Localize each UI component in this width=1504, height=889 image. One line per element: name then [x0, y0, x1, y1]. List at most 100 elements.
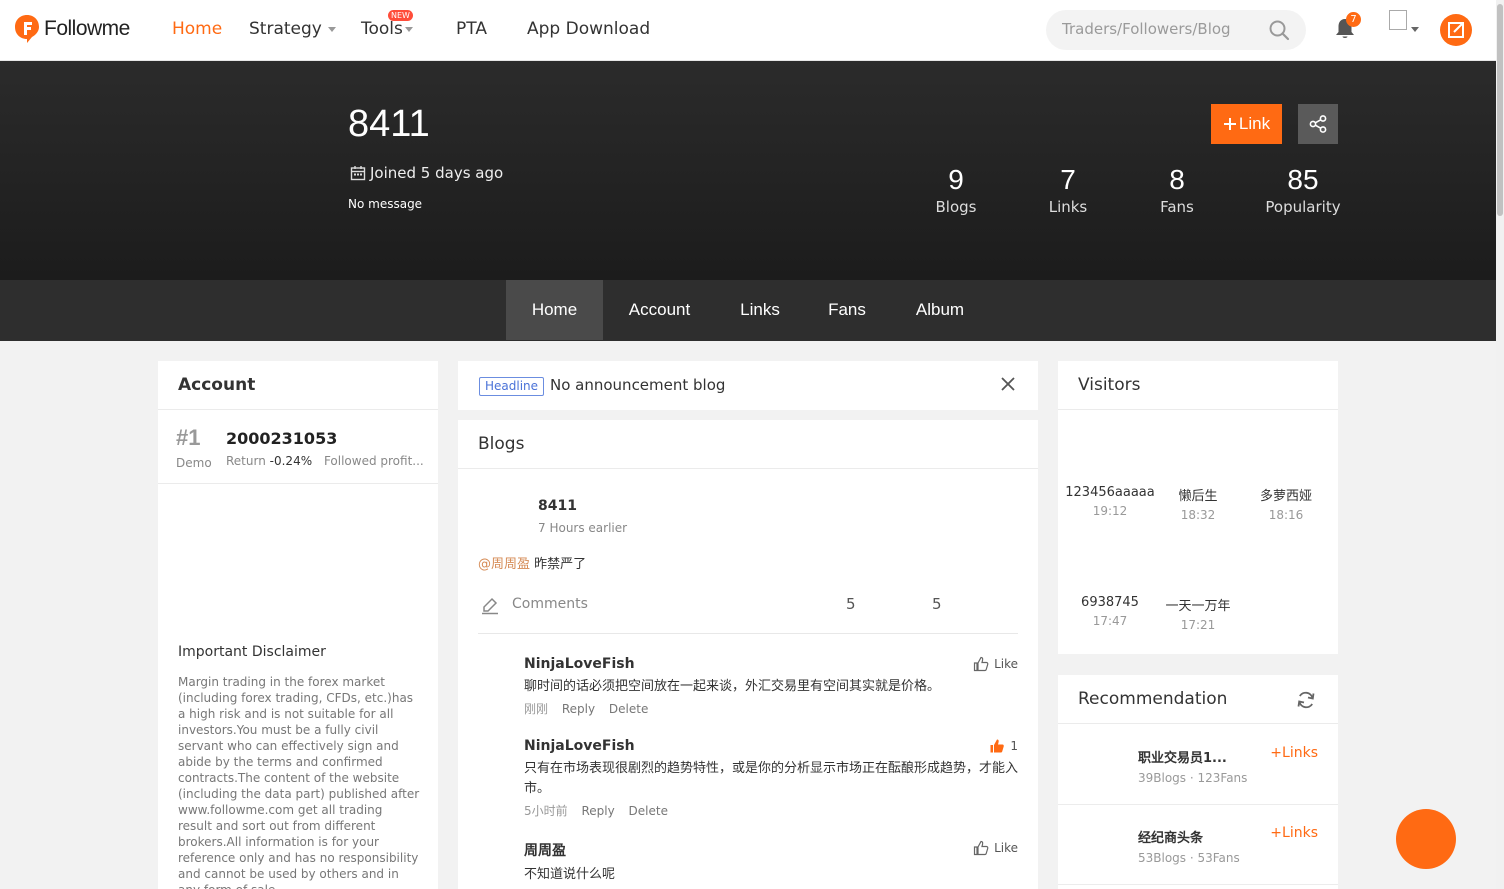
visitors-title: Visitors — [1058, 361, 1338, 410]
comment-author[interactable]: NinjaLoveFish — [524, 738, 1018, 754]
recommendation-item[interactable]: 经纪商头条 53Blogs · 53Fans +Links — [1058, 805, 1338, 885]
recommendation-stats: 53Blogs · 53Fans — [1138, 851, 1240, 865]
account-type: Demo — [176, 456, 212, 470]
comment-time: 刚刚 — [524, 702, 549, 716]
search-input[interactable] — [1062, 20, 1262, 38]
tab-account[interactable]: Account — [612, 280, 707, 340]
comment-author[interactable]: 周周盈 — [524, 840, 1018, 860]
account-card-title: Account — [158, 361, 438, 410]
recommendation-name[interactable]: 经纪商头条 — [1138, 827, 1203, 846]
like-button[interactable]: Like — [973, 840, 1018, 856]
nav-app-download[interactable]: App Download — [527, 19, 650, 39]
refresh-icon[interactable] — [1296, 690, 1316, 710]
comments-button[interactable]: Comments — [512, 596, 588, 612]
scrollbar-thumb[interactable] — [1497, 4, 1503, 216]
thumbs-up-icon — [973, 840, 989, 856]
visitor-time: 18:16 — [1268, 508, 1304, 522]
like-label: Like — [994, 841, 1018, 855]
add-link-button[interactable]: +Links — [1270, 825, 1318, 841]
like-button[interactable]: Like — [973, 656, 1018, 672]
delete-button[interactable]: Delete — [629, 804, 668, 818]
disclaimer-title: Important Disclaimer — [178, 644, 326, 660]
profile-username: 8411 — [348, 103, 430, 145]
tab-links[interactable]: Links — [722, 280, 798, 340]
comment-item: NinjaLoveFish 只有在市场表现很剧烈的趋势特性，或是你的分析显示市场… — [524, 738, 1018, 819]
post-body[interactable]: @周周盈 昨禁严了 — [478, 553, 586, 572]
visitor-name: 6938745 — [1081, 595, 1139, 610]
delete-button[interactable]: Delete — [609, 702, 648, 716]
nav-strategy-label: Strategy — [249, 19, 322, 39]
comment-text: 聊时间的话必须把空间放在一起来谈，外汇交易里有空间其实就是价格。 — [524, 679, 941, 694]
stat-popularity[interactable]: 85 Popularity — [1258, 164, 1348, 216]
stat-blogs[interactable]: 9 Blogs — [911, 164, 1001, 216]
stat-fans[interactable]: 8 Fans — [1132, 164, 1222, 216]
tab-home[interactable]: Home — [506, 280, 603, 340]
recommendation-name[interactable]: 职业交易员1... — [1138, 747, 1227, 766]
stat-value: 7 — [1060, 164, 1076, 195]
visitor-item[interactable]: 6938745 17:47 — [1060, 595, 1160, 628]
blogs-title: Blogs — [458, 420, 1038, 469]
floating-action-button[interactable] — [1396, 809, 1456, 869]
followed-profit: Followed profit... — [323, 454, 424, 468]
thumbs-up-icon — [973, 656, 989, 672]
visitors-card: Visitors 123456aaaaa 19:12 懒后生 18:32 多萝西… — [1058, 361, 1338, 654]
visitor-name: 懒后生 — [1178, 489, 1218, 504]
visitor-item[interactable]: 123456aaaaa 19:12 — [1060, 485, 1160, 518]
visitor-item[interactable]: 一天一万年 17:21 — [1148, 595, 1248, 632]
account-rank: #1 — [176, 425, 201, 450]
reply-button[interactable]: Reply — [581, 804, 614, 818]
account-meta: Return -0.24% Followed profit... — [226, 454, 424, 468]
post-text: 昨禁严了 — [530, 557, 587, 572]
stat-label: Links — [1048, 198, 1088, 216]
visitor-item[interactable]: 多萝西娅 18:16 — [1236, 485, 1336, 522]
blogs-card: Blogs 8411 7 Hours earlier @周周盈 昨禁严了 Com… — [458, 420, 1038, 889]
stat-value: 8 — [1169, 164, 1185, 195]
recommendation-card: Recommendation 职业交易员1... 39Blogs · 123Fa… — [1058, 675, 1338, 889]
post-count-b[interactable]: 5 — [932, 595, 942, 613]
chevron-down-icon — [404, 26, 413, 32]
post-mention[interactable]: @周周盈 — [478, 557, 530, 572]
profile-tabs: Home Account Links Fans Album — [0, 280, 1496, 341]
post-count-a[interactable]: 5 — [846, 595, 856, 613]
account-number[interactable]: 2000231053 — [226, 429, 337, 448]
add-link-label: Links — [1282, 825, 1318, 841]
nav-strategy[interactable]: Strategy — [249, 19, 336, 39]
visitor-time: 17:21 — [1180, 618, 1216, 632]
comment-footer: 5小时前 Reply Delete — [524, 802, 1018, 819]
recommendation-item[interactable]: 职业交易员1... 39Blogs · 123Fans +Links — [1058, 725, 1338, 805]
chevron-down-icon[interactable] — [1411, 27, 1419, 32]
avatar[interactable] — [1389, 10, 1407, 30]
post-time: 7 Hours earlier — [538, 521, 628, 535]
visitor-time: 17:47 — [1092, 614, 1128, 628]
comment-edit-icon[interactable] — [480, 596, 500, 616]
link-button[interactable]: Link — [1211, 104, 1282, 144]
like-button[interactable]: 1 — [989, 738, 1018, 754]
tab-album[interactable]: Album — [898, 280, 982, 340]
nav-tools[interactable]: Tools — [361, 19, 413, 39]
nav-home[interactable]: Home — [172, 19, 222, 39]
headline-tag: Headline — [479, 377, 545, 396]
followme-logo[interactable]: Followme — [14, 14, 130, 44]
search-icon[interactable] — [1268, 19, 1290, 41]
headline-text: No announcement blog — [550, 376, 726, 394]
close-icon[interactable] — [1000, 376, 1016, 392]
headline-card: Headline No announcement blog — [458, 361, 1038, 410]
brand-name: Followme — [44, 17, 130, 40]
stat-links[interactable]: 7 Links — [1023, 164, 1113, 216]
page-scrollbar[interactable] — [1496, 0, 1504, 889]
followme-logo-icon — [15, 15, 39, 43]
post-author[interactable]: 8411 — [538, 498, 577, 514]
comment-item: 周周盈 不知道说什么呢 Like — [524, 840, 1018, 885]
tab-fans[interactable]: Fans — [814, 280, 880, 340]
compose-button[interactable] — [1440, 14, 1472, 46]
share-button[interactable] — [1298, 104, 1338, 144]
nav-pta[interactable]: PTA — [456, 19, 487, 39]
visitor-name: 多萝西娅 — [1259, 489, 1312, 504]
link-button-label: Link — [1238, 114, 1271, 133]
visitor-item[interactable]: 懒后生 18:32 — [1148, 485, 1248, 522]
thumbs-up-filled-icon — [990, 739, 1005, 753]
comment-footer: 刚刚 Reply Delete — [524, 700, 1018, 717]
add-link-button[interactable]: +Links — [1270, 745, 1318, 761]
reply-button[interactable]: Reply — [562, 702, 595, 716]
comment-author[interactable]: NinjaLoveFish — [524, 656, 1018, 672]
